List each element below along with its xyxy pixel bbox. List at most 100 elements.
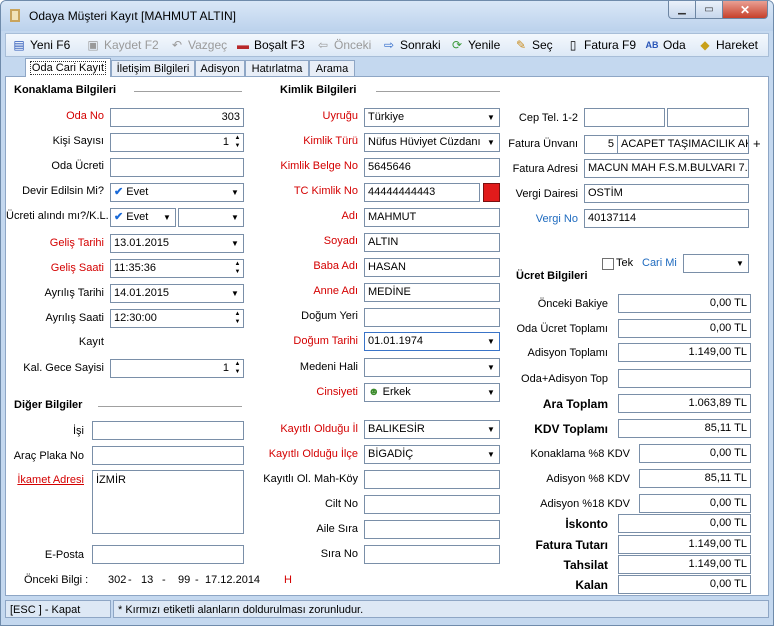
nights-spinner[interactable]: 1 ▲ ▼ bbox=[110, 359, 244, 378]
reg-village-label: Kayıtlı Ol. Mah-Köy bbox=[263, 473, 358, 485]
arrival-date-picker[interactable]: 13.01.2015 ▼ bbox=[110, 234, 244, 253]
select-button[interactable]: ✎ Seç bbox=[514, 36, 553, 54]
tax-no-input[interactable]: 40137114 bbox=[584, 209, 749, 228]
tek-checkbox[interactable] bbox=[602, 258, 614, 270]
maximize-icon: ▭ bbox=[704, 4, 714, 15]
spinner-arrows-icon[interactable]: ▲ ▼ bbox=[232, 310, 243, 327]
tab-hatirlatma[interactable]: Hatırlatma bbox=[245, 60, 309, 76]
id-doc-no-input[interactable]: 5645646 bbox=[364, 158, 500, 177]
room-total-field[interactable]: 0,00 TL bbox=[618, 319, 751, 338]
minimize-button[interactable]: ▁ bbox=[668, 1, 696, 19]
arrival-time-spinner[interactable]: 11:35:36 ▲ ▼ bbox=[110, 259, 244, 278]
tax-office-input[interactable]: OSTİM bbox=[584, 184, 749, 203]
spinner-arrows-icon[interactable]: ▲ ▼ bbox=[232, 360, 243, 377]
tab-oda-cari-kayit[interactable]: Oda Cari Kayıt bbox=[25, 58, 111, 77]
invoice-total-field[interactable]: 1.149,00 TL bbox=[618, 535, 751, 554]
devir-select[interactable]: ✔ Evet ▼ bbox=[110, 183, 244, 202]
clear-button[interactable]: ▬ Boşalt F3 bbox=[236, 36, 305, 54]
subtotal-label: Ara Toplam bbox=[542, 397, 608, 411]
birthplace-input[interactable] bbox=[364, 308, 500, 327]
stay-section-title: Konaklama Bilgileri bbox=[14, 84, 117, 96]
reg-city-select[interactable]: BALIKESİR ▼ bbox=[364, 420, 500, 439]
save-icon: ▣ bbox=[87, 38, 99, 52]
close-button[interactable]: ✕ bbox=[722, 1, 768, 19]
marital-select[interactable]: ▼ bbox=[364, 358, 500, 377]
surname-input[interactable]: ALTIN bbox=[364, 233, 500, 252]
vat8-stay-field[interactable]: 0,00 TL bbox=[639, 444, 751, 463]
room-fee-input[interactable] bbox=[110, 158, 244, 177]
cancel-button[interactable]: ↶ Vazgeç bbox=[170, 36, 227, 54]
tc-input[interactable]: 44444444443 bbox=[364, 183, 480, 202]
maximize-button[interactable]: ▭ bbox=[695, 1, 723, 19]
seq-input[interactable] bbox=[364, 545, 500, 564]
tab-arama[interactable]: Arama bbox=[309, 60, 355, 76]
tab-adisyon[interactable]: Adisyon bbox=[195, 60, 245, 76]
tab-iletisim-bilgileri[interactable]: İletişim Bilgileri bbox=[111, 60, 195, 76]
email-input[interactable] bbox=[92, 545, 244, 564]
seq-label: Sıra No bbox=[320, 548, 358, 560]
birthdate-picker[interactable]: 01.01.1974 ▼ bbox=[364, 332, 500, 351]
address-label[interactable]: İkamet Adresi bbox=[6, 474, 84, 486]
job-input[interactable] bbox=[92, 421, 244, 440]
phone1-input[interactable] bbox=[584, 108, 665, 127]
adisyon-total-field[interactable]: 1.149,00 TL bbox=[618, 343, 751, 362]
new-button[interactable]: ▤ Yeni F6 bbox=[12, 36, 70, 54]
identity-section-title: Kimlik Bilgileri bbox=[280, 84, 357, 96]
spinner-arrows-icon[interactable]: ▲ ▼ bbox=[232, 134, 243, 151]
departure-time-spinner[interactable]: 12:30:00 ▲ ▼ bbox=[110, 309, 244, 328]
select-icon: ✎ bbox=[515, 38, 527, 52]
room-adisyon-field[interactable] bbox=[618, 369, 751, 388]
refresh-icon: ⟳ bbox=[451, 38, 463, 52]
movement-button[interactable]: ◆ Hareket bbox=[698, 36, 758, 54]
invoice-title-code[interactable]: 5 bbox=[584, 135, 618, 154]
name-input[interactable]: MAHMUT bbox=[364, 208, 500, 227]
vat18-adisyon-field[interactable]: 0,00 TL bbox=[639, 494, 751, 513]
prev-button[interactable]: ⇦ Önceki bbox=[316, 36, 371, 54]
persons-spinner[interactable]: 1 ▲ ▼ bbox=[110, 133, 244, 152]
phone2-input[interactable] bbox=[667, 108, 749, 127]
collected-field[interactable]: 1.149,00 TL bbox=[618, 555, 751, 574]
subtotal-field[interactable]: 1.063,89 TL bbox=[618, 394, 751, 413]
cari-label: Cari Mi bbox=[642, 257, 677, 269]
status-escape[interactable]: [ESC ] - Kapat bbox=[5, 600, 111, 618]
save-button[interactable]: ▣ Kaydet F2 bbox=[86, 36, 158, 54]
spinner-arrows-icon[interactable]: ▲ ▼ bbox=[232, 260, 243, 277]
nationality-select[interactable]: Türkiye ▼ bbox=[364, 108, 500, 127]
prev-balance-field[interactable]: 0,00 TL bbox=[618, 294, 751, 313]
remaining-field[interactable]: 0,00 TL bbox=[618, 575, 751, 594]
father-input[interactable]: HASAN bbox=[364, 258, 500, 277]
cari-select[interactable]: ▼ bbox=[683, 254, 749, 273]
add-icon[interactable]: + bbox=[753, 136, 761, 151]
refresh-button[interactable]: ⟳ Yenile bbox=[450, 36, 500, 54]
gender-select[interactable]: ☻ Erkek ▼ bbox=[364, 383, 500, 402]
invoice-address-input[interactable]: MACUN MAH F.S.M.BULVARI 7.KM bbox=[584, 159, 749, 178]
room-fee-label: Oda Ücreti bbox=[51, 160, 104, 172]
separator-dash: - bbox=[128, 574, 132, 586]
room-no-input[interactable]: 303 bbox=[110, 108, 244, 127]
reg-district-select[interactable]: BİGADİÇ ▼ bbox=[364, 445, 500, 464]
discount-field[interactable]: 0,00 TL bbox=[618, 514, 751, 533]
vat18-adisyon-label: Adisyon %18 KDV bbox=[540, 498, 630, 510]
kl-select[interactable]: ▼ bbox=[178, 208, 244, 227]
mother-input[interactable]: MEDİNE bbox=[364, 283, 500, 302]
status-bar: [ESC ] - Kapat * Kırmızı etiketli alanla… bbox=[5, 600, 769, 620]
reg-village-input[interactable] bbox=[364, 470, 500, 489]
address-textarea[interactable]: İZMİR bbox=[92, 470, 244, 534]
chevron-down-icon: ▼ bbox=[163, 213, 171, 222]
departure-date-picker[interactable]: 14.01.2015 ▼ bbox=[110, 284, 244, 303]
invoice-button[interactable]: ▯ Fatura F9 bbox=[566, 36, 636, 54]
plate-input[interactable] bbox=[92, 446, 244, 465]
id-type-select[interactable]: Nüfus Hüviyet Cüzdanı ▼ bbox=[364, 133, 500, 152]
document-icon: ▯ bbox=[569, 38, 577, 52]
next-button[interactable]: ⇨ Sonraki bbox=[382, 36, 441, 54]
fee-taken-select[interactable]: ✔ Evet ▼ bbox=[110, 208, 176, 227]
prev-persons: 13 bbox=[141, 574, 154, 586]
vat-total-field[interactable]: 85,11 TL bbox=[618, 419, 751, 438]
volume-input[interactable] bbox=[364, 495, 500, 514]
clear-icon: ▬ bbox=[237, 38, 249, 52]
family-input[interactable] bbox=[364, 520, 500, 539]
invoice-title-input[interactable]: ACAPET TAŞIMACILIK AKA bbox=[617, 135, 749, 154]
toolbar: ▤ Yeni F6 ▣ Kaydet F2 ↶ Vazgeç ▬ Boşalt F3 ⇦… bbox=[5, 33, 769, 57]
room-button[interactable]: AB Oda bbox=[645, 36, 686, 54]
vat8-adisyon-field[interactable]: 85,11 TL bbox=[639, 469, 751, 488]
